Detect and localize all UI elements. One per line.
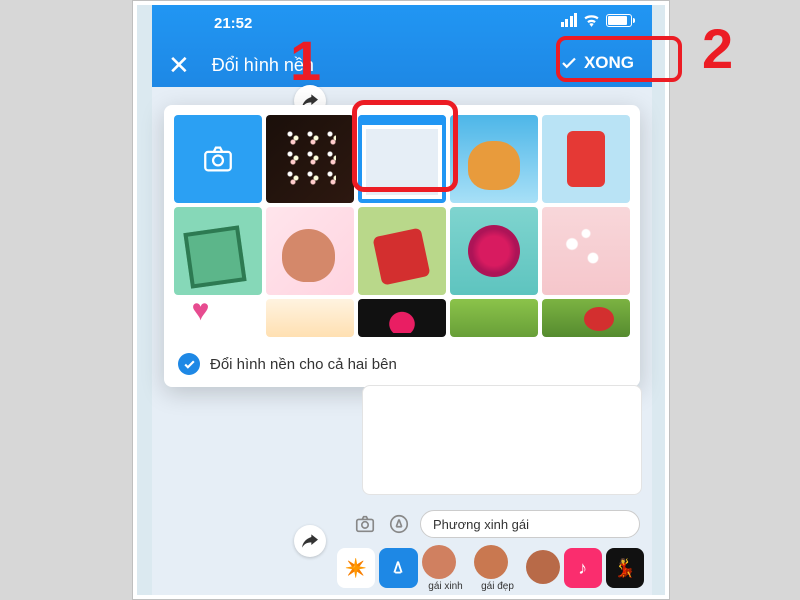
frame-inner: 21:52 ✕ Đổi hình nền XONG	[137, 5, 665, 595]
annotation-number-2: 2	[702, 16, 733, 81]
bg-tile-gift[interactable]	[358, 207, 446, 295]
background-grid	[174, 115, 630, 295]
both-sides-toggle[interactable]: Đổi hình nền cho cả hai bên	[174, 349, 630, 377]
signal-icon	[561, 13, 578, 27]
bg-tile-lotus[interactable]	[358, 299, 446, 337]
camera-icon	[201, 142, 235, 176]
both-sides-label: Đổi hình nền cho cả hai bên	[210, 356, 397, 373]
bg-tile-ox-blue[interactable]	[450, 115, 538, 203]
bg-tile-blossom[interactable]	[542, 207, 630, 295]
sugg-item-2[interactable]: gái đẹp	[474, 545, 522, 592]
checkmark-icon	[178, 353, 200, 375]
done-button[interactable]: XONG	[556, 47, 638, 79]
bg-tile-coins[interactable]	[266, 299, 354, 337]
bg-tile-banh-chung[interactable]	[174, 207, 262, 295]
done-label: XONG	[584, 53, 634, 73]
phone-screen: 21:52 ✕ Đổi hình nền XONG	[152, 5, 652, 595]
input-row: Phương xinh gái	[352, 507, 640, 541]
status-time: 21:52	[214, 15, 252, 32]
bg-tile-flowers-dark[interactable]	[266, 115, 354, 203]
camera-tile[interactable]	[174, 115, 262, 203]
bg-tile-ox-pink[interactable]	[266, 207, 354, 295]
camera-input-icon[interactable]	[352, 511, 378, 537]
bg-tile-hearts[interactable]	[174, 299, 262, 337]
bg-tile-red-envelope[interactable]	[542, 115, 630, 203]
battery-icon	[606, 14, 632, 27]
wifi-icon	[583, 14, 600, 27]
background-grid-row3	[174, 299, 630, 337]
sugg-dance-icon[interactable]: 💃	[606, 548, 644, 588]
annotation-number-1: 1	[290, 28, 321, 93]
sugg-music-icon[interactable]: ♪	[564, 548, 602, 588]
text-input-value: Phương xinh gái	[433, 517, 529, 532]
tutorial-frame: 21:52 ✕ Đổi hình nền XONG	[132, 0, 670, 600]
message-image-bubble[interactable]	[362, 385, 642, 495]
nav-bar: ✕ Đổi hình nền XONG	[152, 45, 652, 85]
bg-tile-selected-blank[interactable]	[358, 115, 446, 203]
suggestion-row: ✴️ gái xinh gái đẹp ♪ 💃	[337, 545, 644, 591]
status-right	[561, 13, 633, 27]
sugg-item-3[interactable]	[526, 550, 560, 586]
background-picker-popup: Đổi hình nền cho cả hai bên	[164, 105, 640, 387]
sugg-favorites-icon[interactable]: ✴️	[337, 548, 375, 588]
bg-tile-ladybug[interactable]	[542, 299, 630, 337]
text-input[interactable]: Phương xinh gái	[420, 510, 640, 538]
sugg-item-1[interactable]: gái xinh	[422, 545, 470, 592]
appstore-input-icon[interactable]	[386, 511, 412, 537]
forward-icon-bottom[interactable]	[294, 525, 326, 557]
bg-tile-magenta-flower[interactable]	[450, 207, 538, 295]
close-icon[interactable]: ✕	[168, 52, 190, 78]
status-bar: 21:52	[152, 13, 652, 35]
sugg-appstore-icon[interactable]	[379, 548, 417, 588]
bg-tile-green[interactable]	[450, 299, 538, 337]
check-icon	[560, 54, 578, 72]
